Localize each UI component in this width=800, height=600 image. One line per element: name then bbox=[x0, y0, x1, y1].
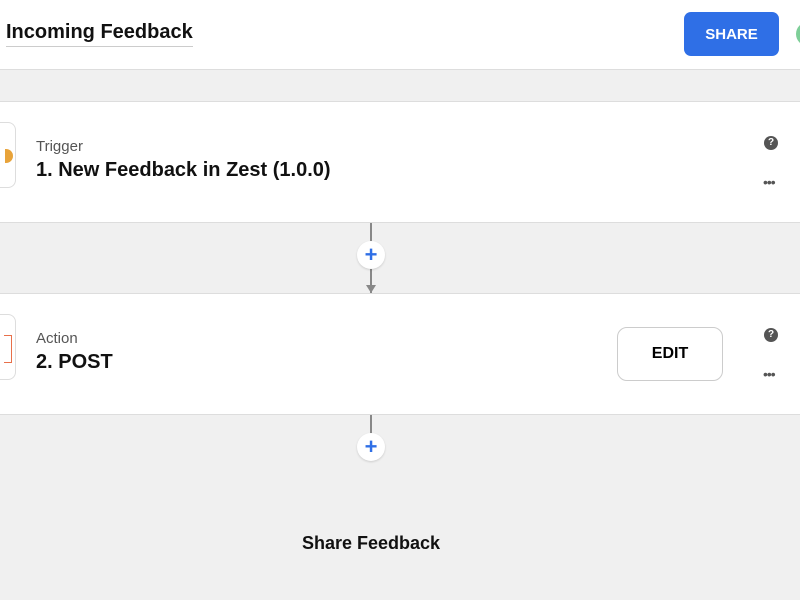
step-kind: Trigger bbox=[36, 138, 83, 155]
connector-line bbox=[370, 415, 372, 435]
avatar[interactable] bbox=[796, 22, 800, 46]
add-step-button[interactable]: + bbox=[357, 433, 385, 461]
header: Incoming Feedback SHARE bbox=[0, 0, 800, 70]
edit-button[interactable]: EDIT bbox=[617, 327, 723, 381]
help-icon[interactable]: ? bbox=[764, 136, 778, 150]
add-step-button[interactable]: + bbox=[357, 241, 385, 269]
webhook-app-icon bbox=[0, 314, 16, 380]
trigger-step-card[interactable]: Trigger 1. New Feedback in Zest (1.0.0) … bbox=[0, 101, 800, 223]
zest-app-icon bbox=[0, 122, 16, 188]
share-feedback-label: Share Feedback bbox=[301, 533, 441, 553]
share-button[interactable]: SHARE bbox=[684, 12, 779, 56]
step-title: 1. New Feedback in Zest (1.0.0) bbox=[36, 159, 331, 181]
arrow-down-icon bbox=[366, 285, 376, 293]
more-options-icon[interactable]: ••• bbox=[763, 174, 776, 190]
help-icon[interactable]: ? bbox=[764, 328, 778, 342]
action-step-card[interactable]: Action 2. POST EDIT ? ••• bbox=[0, 293, 800, 415]
more-options-icon[interactable]: ••• bbox=[763, 366, 776, 382]
step-title: 2. POST bbox=[36, 351, 113, 373]
zap-title[interactable]: Incoming Feedback bbox=[6, 21, 193, 47]
step-kind: Action bbox=[36, 330, 78, 347]
